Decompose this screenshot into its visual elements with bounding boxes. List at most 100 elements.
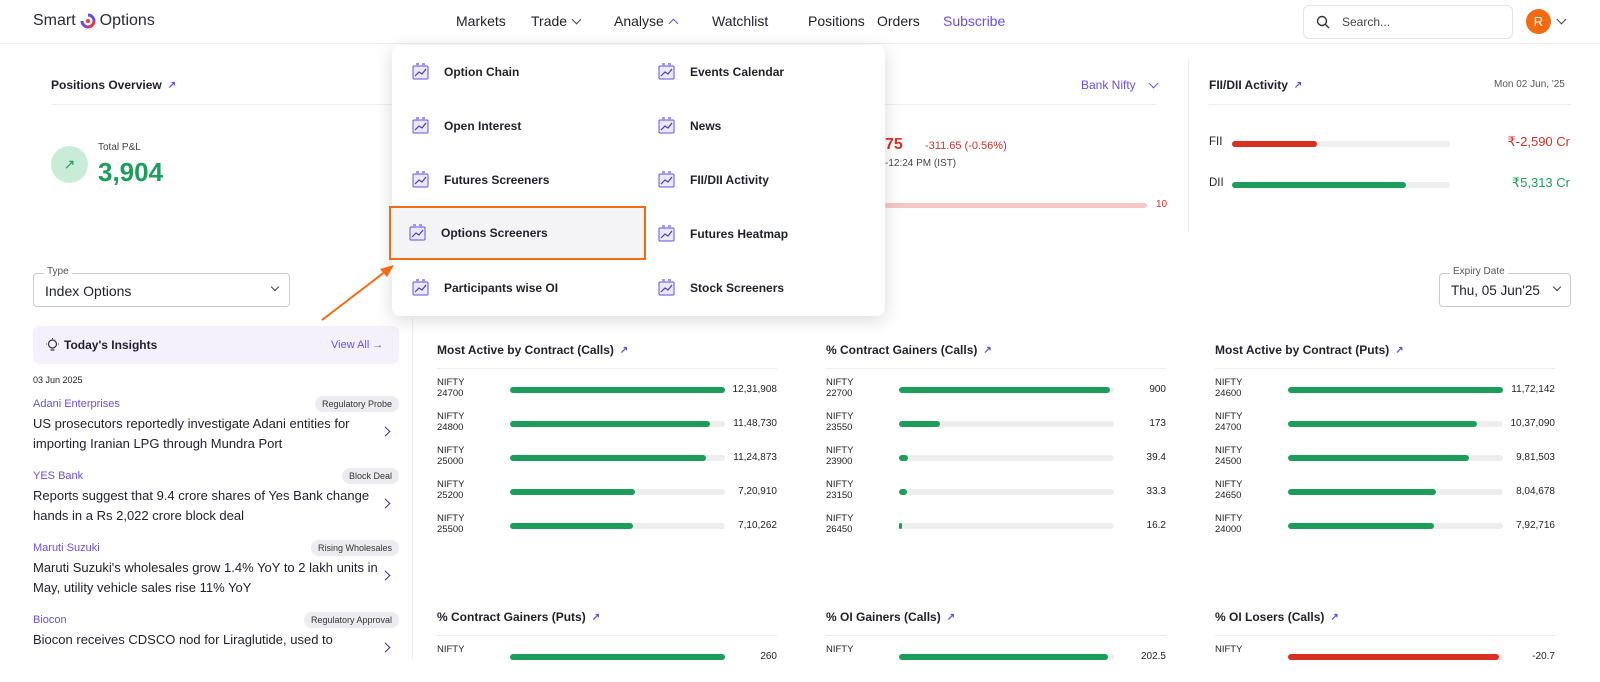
expiry-select[interactable]: Expiry Date Thu, 05 Jun'25 <box>1439 266 1571 307</box>
table-row[interactable]: NIFTY 24000 7,92,716 <box>1215 513 1555 539</box>
trending-up-icon: ↗ <box>51 146 88 183</box>
row-value: 12,31,908 <box>732 384 778 395</box>
index-selector[interactable]: Bank Nifty <box>1081 78 1159 92</box>
insights-date: 03 Jun 2025 <box>33 375 83 385</box>
divider <box>826 635 1166 636</box>
row-value: 7,10,262 <box>738 520 777 531</box>
row-bar-fill <box>1288 387 1503 393</box>
chevron-right-icon[interactable] <box>380 498 391 509</box>
menu-item-participants-wise-oi[interactable]: Participants wise OI <box>392 261 638 315</box>
nav-markets[interactable]: Markets <box>456 13 506 29</box>
news-headline[interactable]: Maruti Suzuki's wholesales grow 1.4% YoY… <box>33 558 378 598</box>
nav-positions[interactable]: Positions <box>808 13 865 29</box>
table-title[interactable]: Most Active by Contract (Puts) ↗ <box>1215 343 1555 357</box>
row-symbol: NIFTY 22700 <box>826 377 853 399</box>
row-symbol-name: NIFTY <box>437 479 465 490</box>
table-row[interactable]: NIFTY 24500 9,81,503 <box>1215 445 1555 471</box>
divider <box>885 104 1157 105</box>
row-bar-fill <box>899 654 1108 660</box>
fii-bar-fill <box>1232 141 1318 147</box>
search-box[interactable]: Search... <box>1303 5 1513 39</box>
table-title[interactable]: % Contract Gainers (Puts) ↗ <box>437 610 777 624</box>
fii-dii-title[interactable]: FII/DII Activity ↗ <box>1209 78 1302 92</box>
row-symbol: NIFTY 24000 <box>1215 513 1242 535</box>
row-bar-fill <box>510 523 633 529</box>
avatar[interactable]: R <box>1526 9 1551 34</box>
table-row[interactable]: NIFTY 23900 39.4 <box>826 445 1166 471</box>
news-item[interactable]: Maruti Suzuki Rising Wholesales Maruti Suz… <box>33 540 399 610</box>
row-symbol-name: NIFTY <box>1215 644 1243 655</box>
app-logo[interactable]: Smart Options <box>33 12 155 30</box>
table-row[interactable]: NIFTY 24600 11,72,142 <box>1215 377 1555 403</box>
chevron-right-icon[interactable] <box>380 570 391 581</box>
menu-item-option-chain[interactable]: Option Chain <box>392 45 638 99</box>
nav-watchlist[interactable]: Watchlist <box>712 13 768 29</box>
row-value: 16.2 <box>1146 520 1166 531</box>
chevron-right-icon[interactable] <box>380 642 391 653</box>
arrow-right-icon: → <box>372 339 384 351</box>
table-row[interactable]: NIFTY 24700 12,31,908 <box>437 377 777 403</box>
row-value: 11,72,142 <box>1511 384 1555 395</box>
table-title[interactable]: Most Active by Contract (Calls) ↗ <box>437 343 777 357</box>
row-symbol-name: NIFTY <box>1215 377 1243 388</box>
menu-item-futures-screeners[interactable]: Futures Screeners <box>392 153 638 207</box>
type-select[interactable]: Type Index Options <box>33 266 290 307</box>
menu-item-label: News <box>690 119 722 133</box>
view-all-label: View All <box>331 339 370 351</box>
table-row[interactable]: NIFTY 25500 7,10,262 <box>437 513 777 539</box>
nav-analyse[interactable]: Analyse <box>614 13 689 29</box>
table-row[interactable]: NIFTY 23150 33.3 <box>826 479 1166 505</box>
table-row[interactable]: NIFTY 23550 173 <box>826 411 1166 437</box>
account-chevron-icon[interactable] <box>1556 14 1567 25</box>
news-headline[interactable]: Reports suggest that 9.4 crore shares of… <box>33 486 378 526</box>
table-row[interactable]: NIFTY 25200 7,20,910 <box>437 479 777 505</box>
table-row[interactable]: NIFTY 22700 900 <box>826 377 1166 403</box>
menu-item-fii-dii-activity[interactable]: FII/DII Activity <box>638 153 884 207</box>
fii-row-label: DII <box>1209 177 1224 189</box>
row-strike: 24650 <box>1215 490 1242 501</box>
index-selector-label: Bank Nifty <box>1081 78 1136 92</box>
news-headline[interactable]: Biocon receives CDSCO nod for Liraglutid… <box>33 630 378 650</box>
menu-item-futures-heatmap[interactable]: Futures Heatmap <box>638 207 884 261</box>
view-all-link[interactable]: View All → <box>331 339 383 351</box>
row-symbol-name: NIFTY <box>437 377 465 388</box>
row-bar-track <box>899 421 1114 427</box>
table-row[interactable]: NIFTY 24650 8,04,678 <box>1215 479 1555 505</box>
nav-subscribe[interactable]: Subscribe <box>943 13 1023 29</box>
row-value: 10,37,090 <box>1510 418 1556 429</box>
news-item[interactable]: Adani Enterprises Regulatory Probe US pros… <box>33 396 399 466</box>
table-row[interactable]: NIFTY 26450 16.2 <box>826 513 1166 539</box>
table-row[interactable]: NIFTY -20.7 <box>1215 644 1555 670</box>
menu-item-open-interest[interactable]: Open Interest <box>392 99 638 153</box>
menu-item-stock-screeners[interactable]: Stock Screeners <box>638 261 884 315</box>
nav-trade[interactable]: Trade <box>531 13 591 29</box>
chevron-right-icon[interactable] <box>380 426 391 437</box>
contract-table: Most Active by Contract (Calls) ↗ NIFTY 247… <box>437 343 777 535</box>
menu-item-news[interactable]: News <box>638 99 884 153</box>
row-bar-fill <box>510 387 725 393</box>
table-title[interactable]: % OI Losers (Calls) ↗ <box>1215 610 1555 624</box>
news-item[interactable]: Biocon Regulatory Approval Biocon receives… <box>33 612 399 682</box>
table-row[interactable]: NIFTY 24700 10,37,090 <box>1215 411 1555 437</box>
positions-overview-title[interactable]: Positions Overview ↗ <box>51 78 176 92</box>
row-bar-fill <box>510 455 706 461</box>
row-value: 202.5 <box>1140 651 1166 662</box>
menu-item-events-calendar[interactable]: Events Calendar <box>638 45 884 99</box>
row-symbol-name: NIFTY <box>826 411 854 422</box>
menu-item-options-screeners[interactable]: Options Screeners <box>389 206 646 260</box>
row-symbol: NIFTY 23550 <box>826 411 853 433</box>
row-bar-fill <box>899 455 908 461</box>
table-row[interactable]: NIFTY 260 <box>437 644 777 670</box>
nav-orders[interactable]: Orders <box>877 13 920 29</box>
row-symbol: NIFTY 24700 <box>1215 411 1242 433</box>
table-row[interactable]: NIFTY 202.5 <box>826 644 1166 670</box>
row-symbol: NIFTY 24500 <box>1215 445 1242 467</box>
news-item[interactable]: YES Bank Block Deal Reports suggest that 9… <box>33 468 399 538</box>
table-row[interactable]: NIFTY 25000 11,24,873 <box>437 445 777 471</box>
divider <box>437 635 777 636</box>
row-symbol: NIFTY <box>826 644 853 655</box>
table-row[interactable]: NIFTY 24800 11,48,730 <box>437 411 777 437</box>
table-title[interactable]: % Contract Gainers (Calls) ↗ <box>826 343 1166 357</box>
news-headline[interactable]: US prosecutors reportedly investigate Ad… <box>33 414 378 454</box>
table-title[interactable]: % OI Gainers (Calls) ↗ <box>826 610 1166 624</box>
